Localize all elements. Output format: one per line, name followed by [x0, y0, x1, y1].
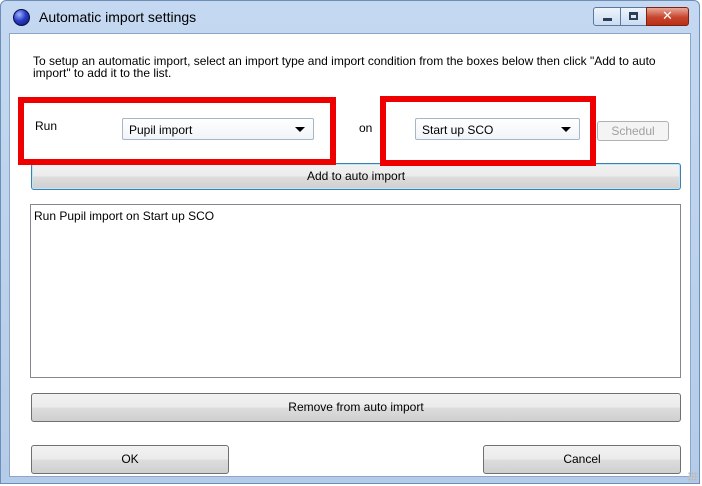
title-bar[interactable]: Automatic import settings ✕ — [1, 1, 699, 33]
list-item[interactable]: Run Pupil import on Start up SCO — [34, 209, 214, 223]
add-to-auto-import-button[interactable]: Add to auto import — [31, 163, 681, 190]
window-title: Automatic import settings — [39, 9, 197, 25]
app-orb-icon[interactable] — [13, 9, 30, 26]
on-label: on — [359, 121, 373, 135]
close-icon: ✕ — [662, 9, 673, 24]
schedule-button[interactable]: Schedul — [597, 121, 669, 141]
minimize-icon — [603, 18, 612, 21]
close-button[interactable]: ✕ — [646, 7, 689, 26]
minimize-button[interactable] — [593, 7, 621, 26]
resize-grip-icon[interactable] — [688, 472, 698, 482]
ok-button[interactable]: OK — [31, 445, 229, 474]
auto-import-list[interactable]: Run Pupil import on Start up SCO — [30, 204, 681, 378]
maximize-button[interactable] — [620, 7, 647, 26]
maximize-icon — [629, 12, 638, 20]
highlight-box-import-type — [18, 97, 336, 165]
highlight-box-condition — [380, 96, 596, 166]
cancel-button[interactable]: Cancel — [483, 445, 681, 474]
instructions-text: To setup an automatic import, select an … — [33, 54, 656, 80]
remove-from-auto-import-button[interactable]: Remove from auto import — [31, 393, 681, 422]
